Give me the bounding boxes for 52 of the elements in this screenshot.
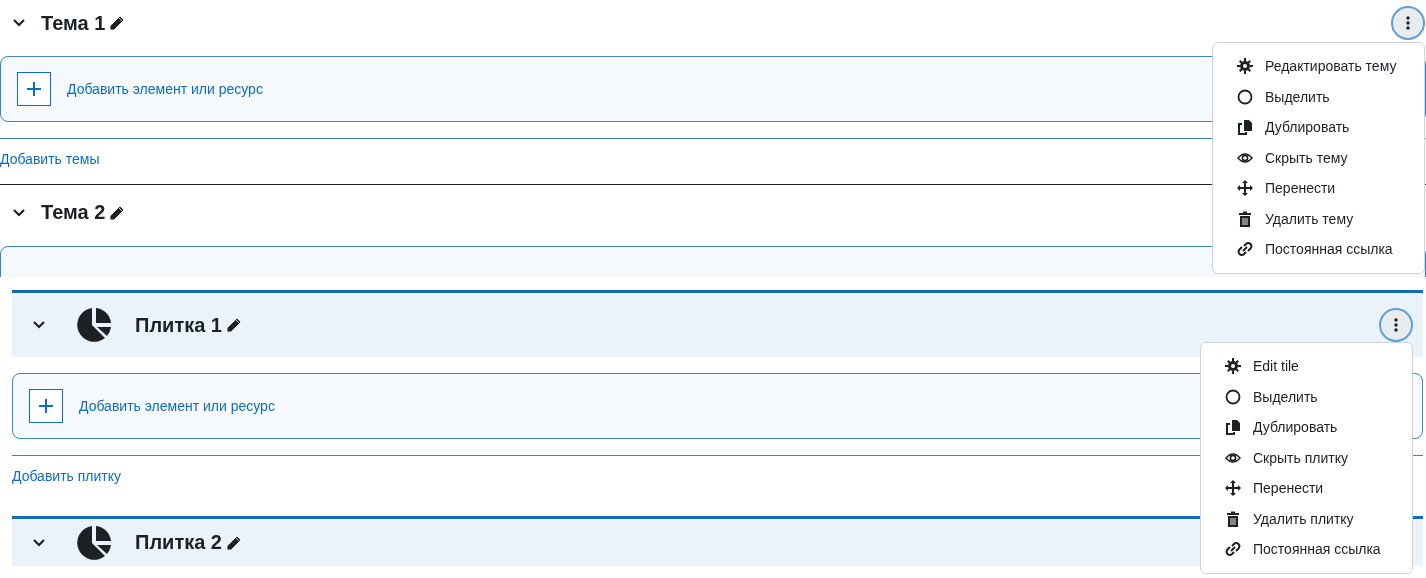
chevron-down-icon xyxy=(32,537,46,548)
link-icon xyxy=(1225,541,1241,558)
add-activity-link[interactable]: Добавить элемент или ресурс xyxy=(67,81,263,97)
gear-icon xyxy=(1225,358,1241,375)
chevron-down-icon xyxy=(12,18,26,28)
section-title: Плитка 2 xyxy=(135,531,222,554)
kebab-icon xyxy=(1394,318,1398,332)
menu-item[interactable]: Удалить плитку xyxy=(1201,503,1412,534)
menu-item[interactable]: Дублировать xyxy=(1201,412,1412,443)
add-button[interactable] xyxy=(29,389,63,423)
copy-icon xyxy=(1237,119,1253,136)
copy-icon xyxy=(1225,419,1241,436)
move-icon xyxy=(1225,480,1241,497)
pie-chart-icon xyxy=(75,523,113,562)
gear-icon xyxy=(1237,58,1253,75)
menu-item[interactable]: Перенести xyxy=(1201,473,1412,504)
trash-icon xyxy=(1225,510,1241,527)
section-title: Тема 1 xyxy=(41,11,106,35)
circle-icon xyxy=(1225,388,1241,405)
menu-item[interactable]: Edit tile xyxy=(1201,351,1412,382)
add-section-link[interactable]: Добавить темы xyxy=(0,151,100,167)
menu-item[interactable]: Перенести xyxy=(1213,173,1424,204)
menu-item[interactable]: Удалить тему xyxy=(1213,203,1424,234)
move-icon xyxy=(1237,180,1253,197)
menu-item[interactable]: Выделить xyxy=(1201,381,1412,412)
trash-icon xyxy=(1237,210,1253,227)
menu-item[interactable]: Скрыть тему xyxy=(1213,142,1424,173)
pencil-icon[interactable] xyxy=(226,317,242,333)
plus-icon xyxy=(39,399,53,413)
menu-item[interactable]: Скрыть плитку xyxy=(1201,442,1412,473)
add-activity-link[interactable]: Добавить элемент или ресурс xyxy=(79,398,275,414)
menu-item[interactable]: Постоянная ссылка xyxy=(1201,534,1412,565)
add-button[interactable] xyxy=(17,72,51,106)
more-actions-button[interactable] xyxy=(1379,308,1413,342)
link-icon xyxy=(1237,241,1253,258)
section-title: Тема 2 xyxy=(41,201,106,224)
chevron-down-icon xyxy=(32,320,46,330)
pencil-icon[interactable] xyxy=(226,534,242,551)
menu-item[interactable]: Постоянная ссылка xyxy=(1213,234,1424,265)
more-actions-button[interactable] xyxy=(1391,6,1425,40)
section-title: Плитка 1 xyxy=(135,313,222,337)
kebab-icon xyxy=(1406,16,1410,30)
menu-item[interactable]: Редактировать тему xyxy=(1213,51,1424,82)
chevron-down-icon xyxy=(12,207,26,218)
circle-icon xyxy=(1237,88,1253,105)
menu-item[interactable]: Выделить xyxy=(1213,81,1424,112)
add-section-link[interactable]: Добавить плитку xyxy=(12,468,122,484)
pencil-icon[interactable] xyxy=(109,204,126,221)
menu-item[interactable]: Дублировать xyxy=(1213,112,1424,143)
plus-icon xyxy=(27,82,41,96)
pie-chart-icon xyxy=(75,306,113,344)
pencil-icon[interactable] xyxy=(109,15,126,31)
